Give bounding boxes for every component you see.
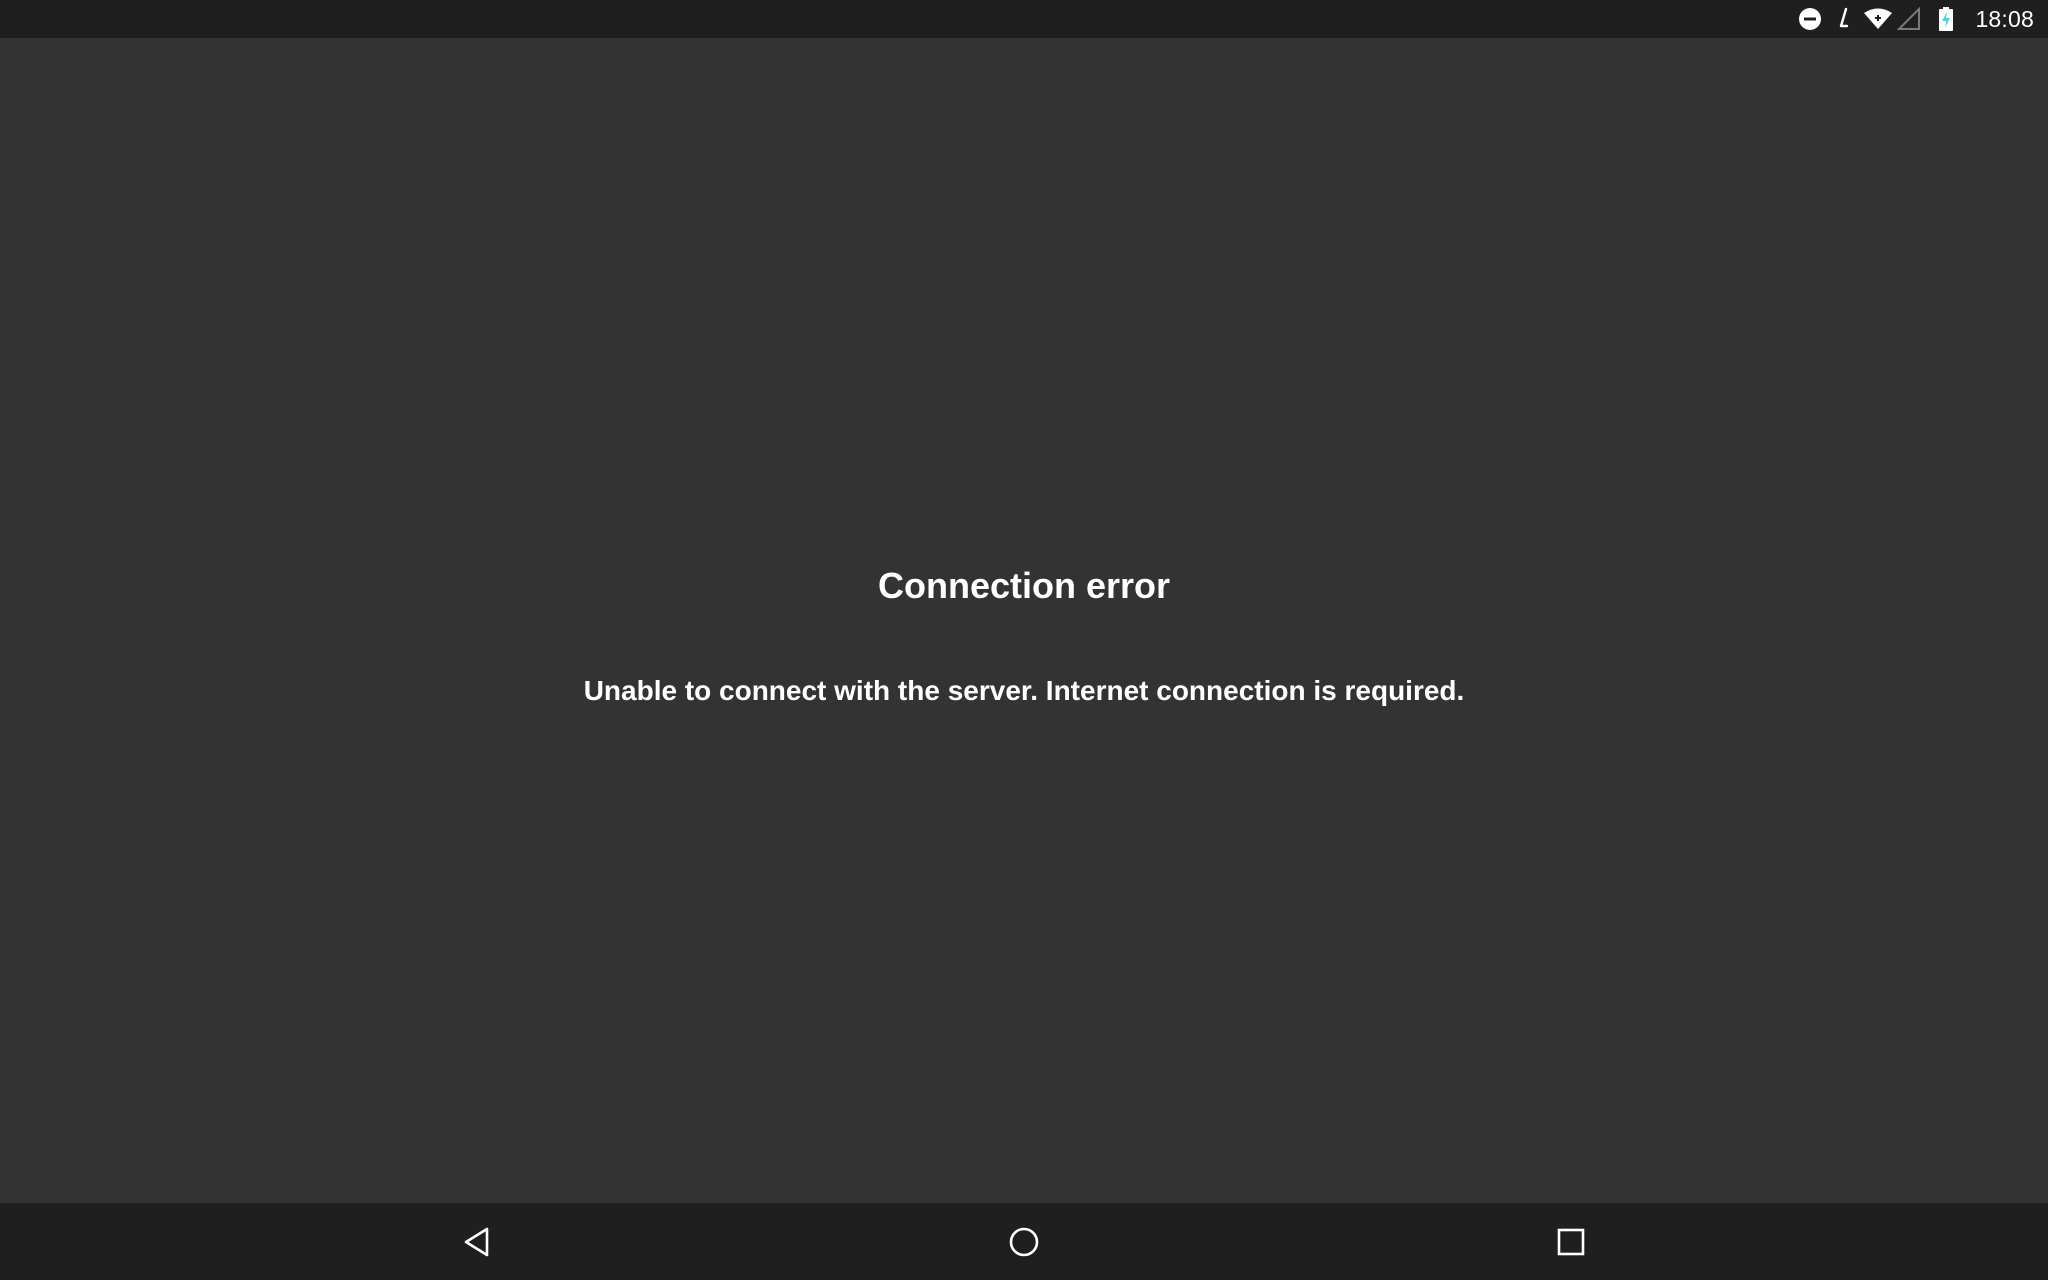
status-icons: 18:08 bbox=[1793, 0, 2034, 38]
error-title: Connection error bbox=[877, 565, 1171, 606]
back-icon bbox=[464, 1227, 489, 1256]
do-not-disturb-icon bbox=[1793, 7, 1827, 31]
cellular-signal-icon bbox=[1895, 7, 1923, 31]
recents-icon bbox=[1557, 1228, 1585, 1255]
navigation-bar bbox=[0, 1203, 2048, 1280]
screen: 18:08 Connection error Unable to connect… bbox=[0, 0, 2048, 1280]
status-bar: 18:08 bbox=[0, 0, 2048, 38]
home-button[interactable] bbox=[964, 1203, 1084, 1280]
home-icon bbox=[1009, 1227, 1039, 1256]
main-content: Connection error Unable to connect with … bbox=[0, 38, 2048, 1203]
battery-charging-icon bbox=[1929, 6, 1963, 32]
status-clock: 18:08 bbox=[1975, 5, 2034, 32]
wifi-icon bbox=[1861, 7, 1895, 31]
back-button[interactable] bbox=[417, 1203, 537, 1280]
recents-button[interactable] bbox=[1511, 1203, 1631, 1280]
sync-icon bbox=[1827, 6, 1861, 32]
error-message: Unable to connect with the server. Inter… bbox=[583, 675, 1465, 706]
